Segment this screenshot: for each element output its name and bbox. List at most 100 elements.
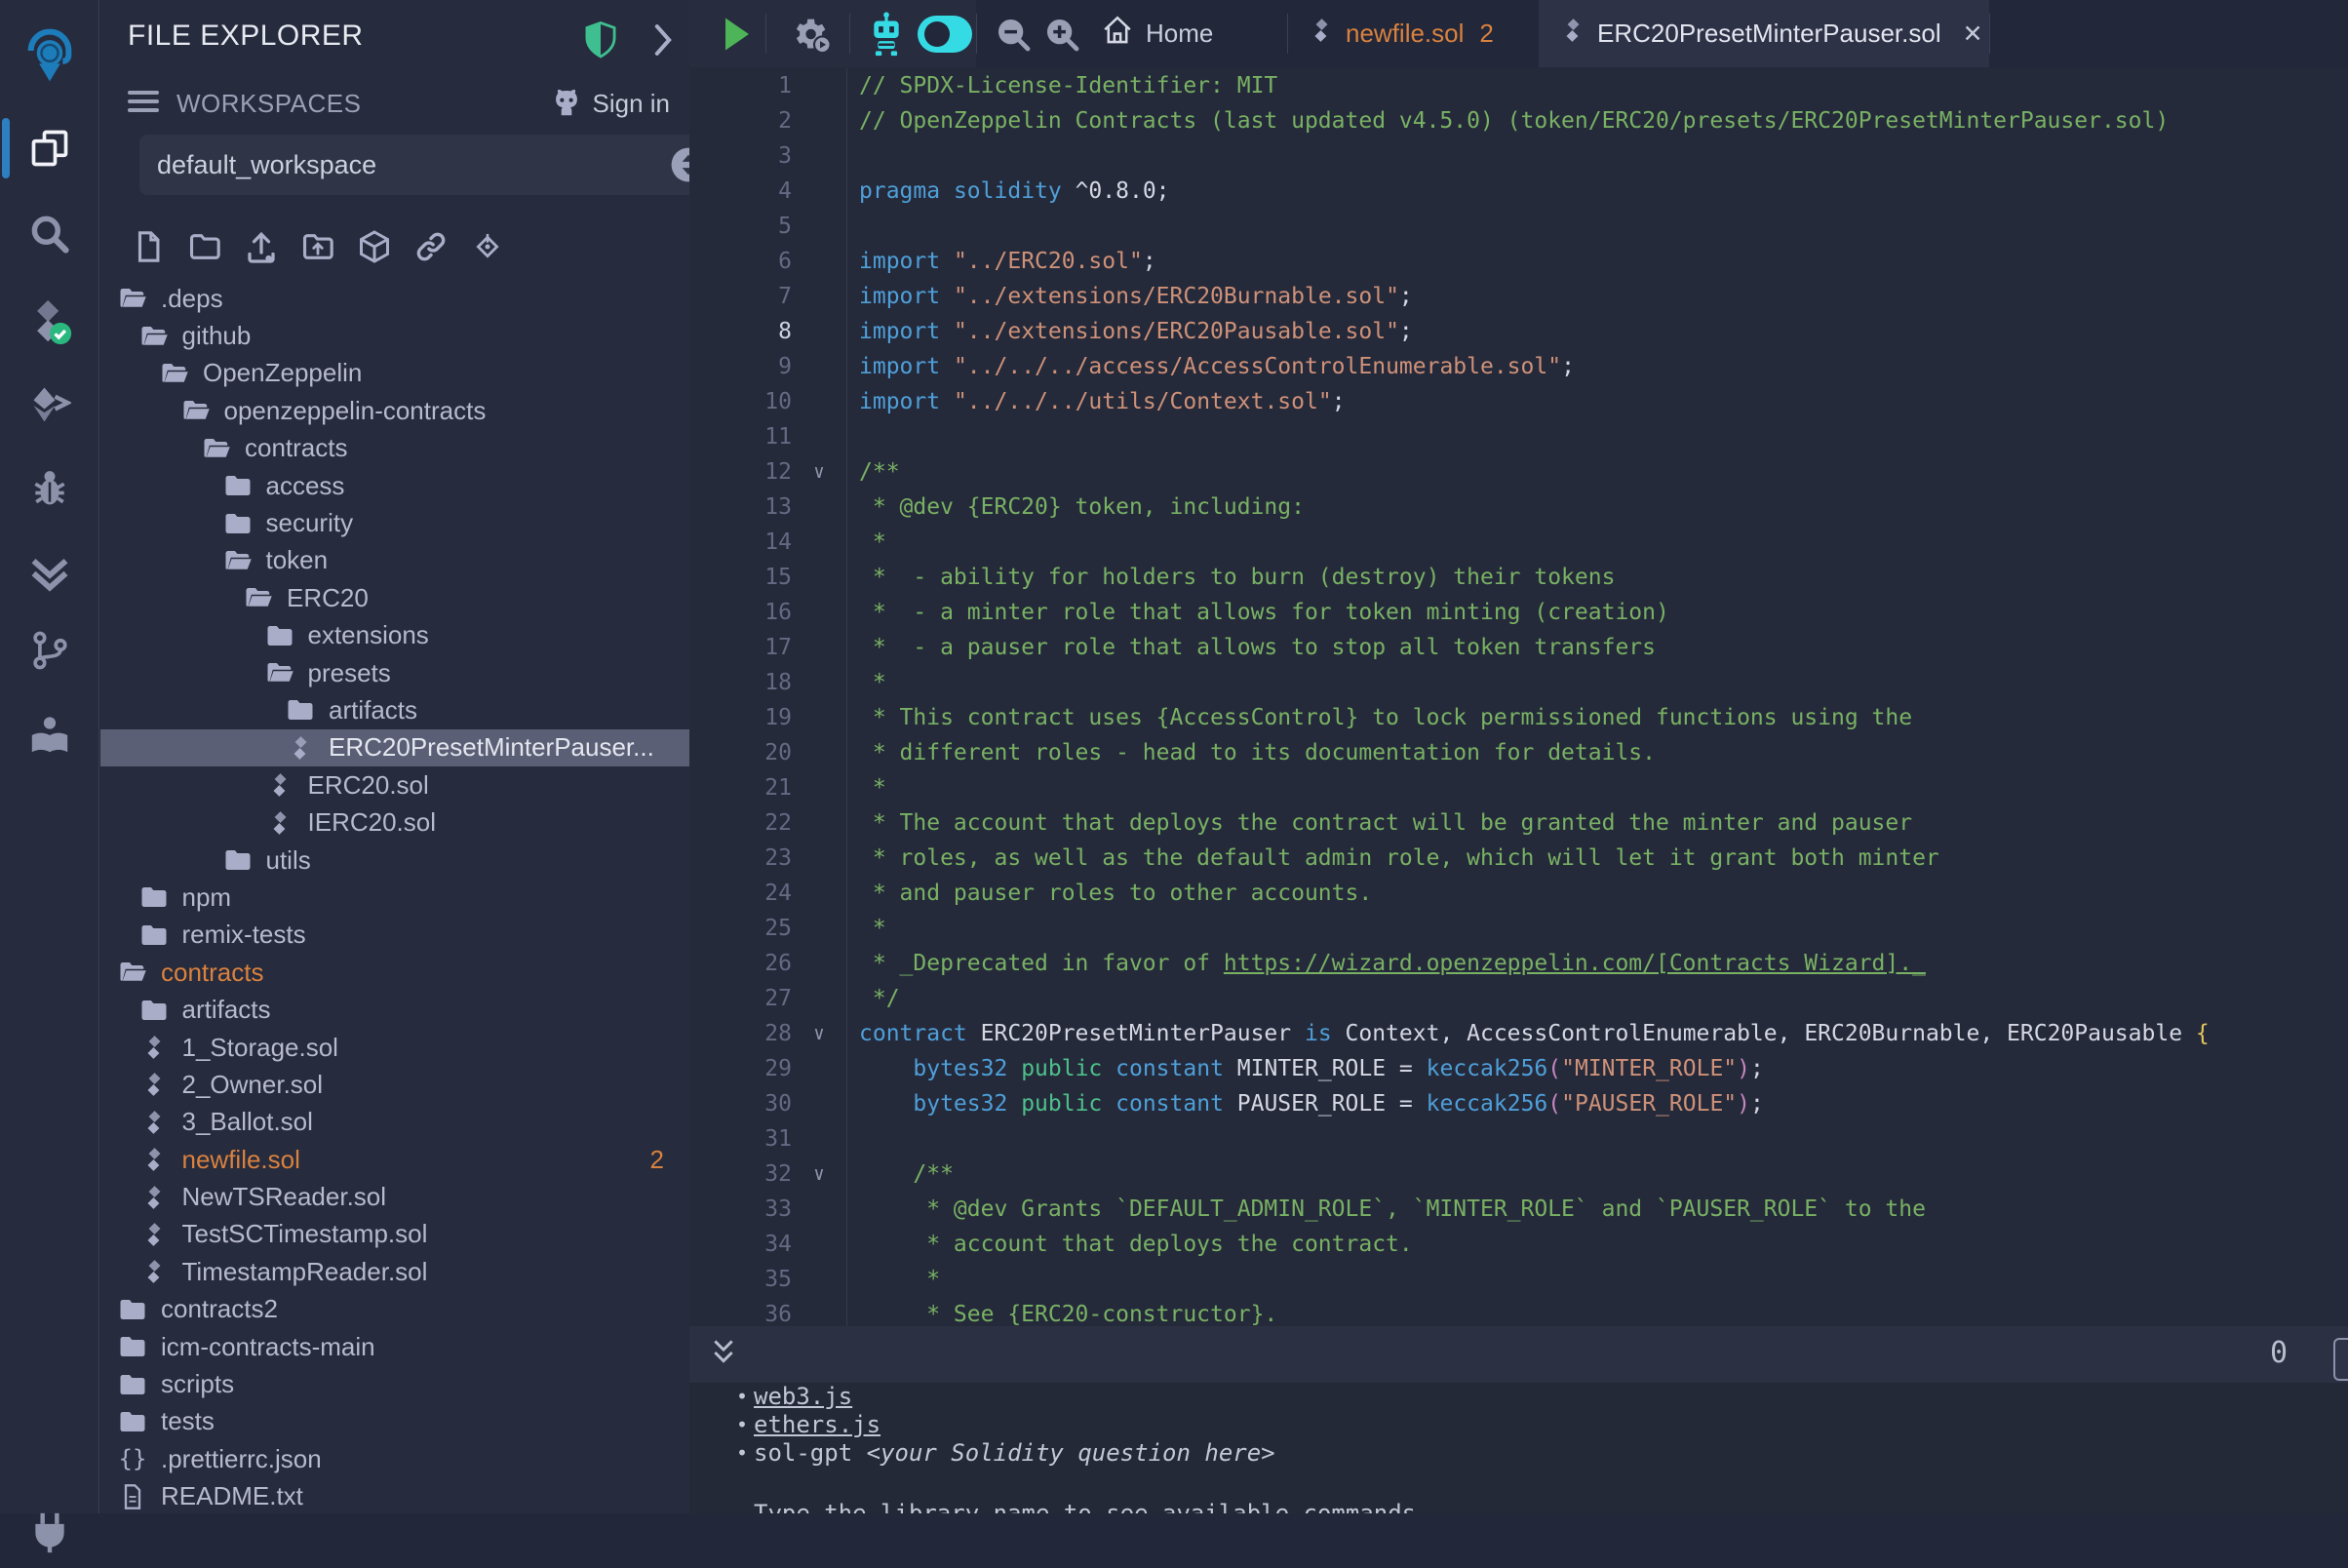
- code-text: * different roles - head to its document…: [846, 735, 2348, 770]
- tree-item-newfile-sol[interactable]: newfile.sol2: [100, 1141, 689, 1178]
- tree-item-access[interactable]: access: [100, 467, 689, 504]
- tab-erc20presetminterpauser-sol[interactable]: ERC20PresetMinterPauser.sol✕: [1539, 0, 1989, 67]
- code-line-20: 20 * different roles - head to its docum…: [689, 735, 2348, 770]
- unit-testing-icon[interactable]: [0, 538, 99, 608]
- tree-item-scripts[interactable]: scripts: [100, 1365, 689, 1402]
- file-explorer-icon[interactable]: [0, 113, 99, 183]
- new-file-icon[interactable]: [128, 226, 169, 267]
- tree-item-github[interactable]: github: [100, 317, 689, 354]
- line-number: 26: [689, 946, 792, 981]
- code-line-16: 16 * - a minter role that allows for tok…: [689, 595, 2348, 630]
- code-line-22: 22 * The account that deploys the contra…: [689, 805, 2348, 841]
- collapse-panel-chevron[interactable]: [652, 23, 674, 61]
- tree-item-security[interactable]: security: [100, 504, 689, 541]
- tree-item-tests[interactable]: tests: [100, 1403, 689, 1440]
- tree-item-ierc20-sol[interactable]: IERC20.sol: [100, 804, 689, 841]
- line-number: 15: [689, 560, 792, 595]
- shield-icon: [584, 21, 617, 63]
- code-text: * @dev {ERC20} token, including:: [846, 490, 2348, 525]
- terminal-link[interactable]: web3.js: [754, 1383, 852, 1410]
- fold-chevron-icon[interactable]: ∨: [792, 1016, 846, 1051]
- cube-icon[interactable]: [354, 226, 395, 267]
- tree-item-contracts[interactable]: contracts: [100, 954, 689, 991]
- code-line-11: 11: [689, 419, 2348, 454]
- fold-chevron-icon[interactable]: ∨: [792, 1156, 846, 1192]
- tree-item-newtsreader-sol[interactable]: NewTSReader.sol: [100, 1178, 689, 1215]
- run-script-button[interactable]: [713, 0, 762, 67]
- plugin-manager-icon[interactable]: [0, 1498, 99, 1568]
- tree-item-presets[interactable]: presets: [100, 654, 689, 691]
- tree-item-npm[interactable]: npm: [100, 879, 689, 916]
- tree-item-readme-txt[interactable]: README.txt: [100, 1478, 689, 1515]
- tree-item-openzeppelin-contracts[interactable]: openzeppelin-contracts: [100, 392, 689, 429]
- tree-item-artifacts[interactable]: artifacts: [100, 991, 689, 1028]
- remixai-robot-icon[interactable]: [857, 0, 916, 67]
- zoom-out-button[interactable]: [988, 0, 1038, 67]
- tree-item-timestampreader-sol[interactable]: TimestampReader.sol: [100, 1253, 689, 1290]
- tree-item-3-ballot-sol[interactable]: 3_Ballot.sol: [100, 1104, 689, 1141]
- terminal-collapse-icon[interactable]: [711, 1338, 736, 1372]
- tree-item-remix-tests[interactable]: remix-tests: [100, 917, 689, 954]
- solidity-compiler-icon[interactable]: [0, 287, 99, 357]
- github-icon: [550, 89, 583, 118]
- tree-item-erc20-sol[interactable]: ERC20.sol: [100, 766, 689, 804]
- tab-newfile-sol[interactable]: newfile.sol2: [1287, 0, 1539, 67]
- tree-item-label: icm-contracts-main: [161, 1332, 375, 1362]
- deploy-run-icon[interactable]: [0, 369, 99, 439]
- tree-item-erc20[interactable]: ERC20: [100, 579, 689, 616]
- solidity-icon: [139, 1183, 169, 1212]
- tree-item-2-owner-sol[interactable]: 2_Owner.sol: [100, 1066, 689, 1103]
- line-number: 18: [689, 665, 792, 700]
- panel-title: FILE EXPLORER: [128, 20, 364, 53]
- folder-closed-icon: [118, 1407, 147, 1436]
- tree-item-token[interactable]: token: [100, 542, 689, 579]
- folder-closed-icon: [118, 1295, 147, 1324]
- line-number: 19: [689, 700, 792, 735]
- tree-item--prettierrc-json[interactable]: {}.prettierrc.json: [100, 1440, 689, 1477]
- terminal-link[interactable]: ethers.js: [754, 1411, 880, 1438]
- line-number: 30: [689, 1086, 792, 1121]
- remix-logo-icon: [0, 21, 99, 92]
- hamburger-menu-icon[interactable]: [128, 89, 159, 119]
- link-icon[interactable]: [411, 226, 451, 267]
- tree-item-testsctimestamp-sol[interactable]: TestSCTimestamp.sol: [100, 1216, 689, 1253]
- code-text: *: [846, 665, 2348, 700]
- tree-item--deps[interactable]: .deps: [100, 280, 689, 317]
- git-diamond-icon[interactable]: [467, 226, 508, 267]
- code-line-4: 4pragma solidity ^0.8.0;: [689, 174, 2348, 209]
- tree-item-icm-contracts-main[interactable]: icm-contracts-main: [100, 1328, 689, 1365]
- tree-item-contracts2[interactable]: contracts2: [100, 1291, 689, 1328]
- tree-item-openzeppelin[interactable]: OpenZeppelin: [100, 355, 689, 392]
- fold-gutter: [792, 595, 846, 630]
- folder-closed-icon: [223, 845, 253, 875]
- tab-home[interactable]: Home: [1079, 0, 1234, 67]
- git-icon[interactable]: [0, 615, 99, 686]
- workspace-select[interactable]: default_workspace: [139, 135, 724, 195]
- terminal-search-input[interactable]: [2333, 1338, 2348, 1381]
- tree-item-label: ERC20: [287, 583, 369, 613]
- tree-item-artifacts[interactable]: artifacts: [100, 691, 689, 728]
- code-text: // OpenZeppelin Contracts (last updated …: [846, 103, 2348, 138]
- code-line-10: 10import "../../../utils/Context.sol";: [689, 384, 2348, 419]
- tree-item-extensions[interactable]: extensions: [100, 617, 689, 654]
- tree-item-label: .deps: [161, 284, 223, 314]
- tree-item-erc20presetminterpauser-[interactable]: ERC20PresetMinterPauser...: [100, 729, 689, 766]
- compile-and-run-button[interactable]: [781, 0, 840, 67]
- sign-in-button[interactable]: Sign in: [550, 89, 671, 119]
- search-icon[interactable]: [0, 199, 99, 269]
- code-editor[interactable]: 1// SPDX-License-Identifier: MIT2// Open…: [689, 68, 2348, 1327]
- close-tab-icon[interactable]: ✕: [1963, 20, 1983, 49]
- tree-item-1-storage-sol[interactable]: 1_Storage.sol: [100, 1029, 689, 1066]
- tree-item-utils[interactable]: utils: [100, 842, 689, 879]
- upload-file-icon[interactable]: [241, 226, 282, 267]
- folder-open-icon: [181, 396, 211, 425]
- new-folder-icon[interactable]: [184, 226, 225, 267]
- upload-folder-icon[interactable]: [297, 226, 338, 267]
- learneth-icon[interactable]: [0, 699, 99, 769]
- debugger-icon[interactable]: [0, 452, 99, 523]
- remixai-toggle[interactable]: [916, 0, 974, 67]
- code-text: *: [846, 770, 2348, 805]
- tree-item-contracts[interactable]: contracts: [100, 430, 689, 467]
- code-text: import "../ERC20.sol";: [846, 244, 2348, 279]
- fold-chevron-icon[interactable]: ∨: [792, 454, 846, 490]
